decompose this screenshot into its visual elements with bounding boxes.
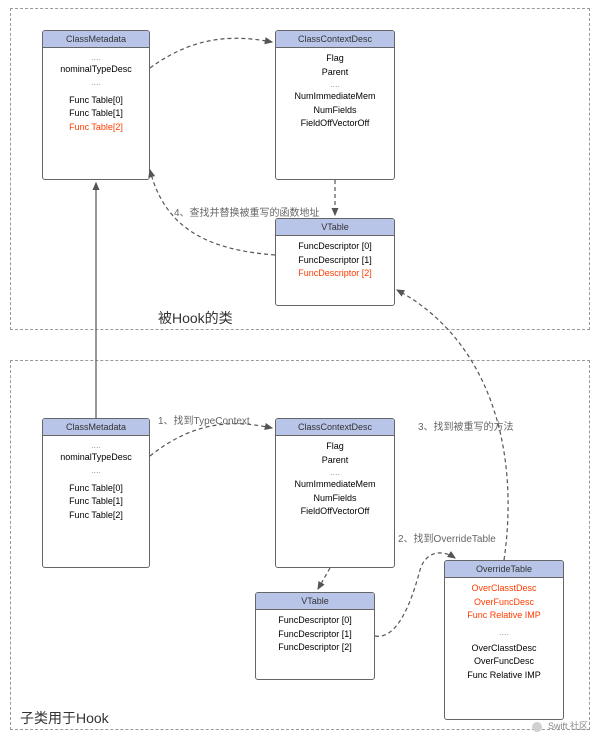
top-ccd-title: ClassContextDesc <box>276 31 394 48</box>
bottom-ot-ocd-hi: OverClasstDesc <box>447 582 561 596</box>
bottom-ccd-num-fields: NumFields <box>278 492 392 506</box>
annotation-1: 1、找到TypeContext <box>158 412 250 427</box>
top-fd2: FuncDescriptor [2] <box>278 267 392 281</box>
bottom-class-context-desc-box: ClassContextDesc Flag Parent .... NumImm… <box>275 418 395 568</box>
bottom-ccd-parent: Parent <box>278 454 392 468</box>
bottom-func2: Func Table[2] <box>45 509 147 523</box>
top-class-context-desc-box: ClassContextDesc Flag Parent .... NumImm… <box>275 30 395 180</box>
bottom-func0: Func Table[0] <box>45 482 147 496</box>
bottom-vtable-title: VTable <box>256 593 374 610</box>
top-vtable-title: VTable <box>276 219 394 236</box>
top-fd1: FuncDescriptor [1] <box>278 254 392 268</box>
bottom-ot-title: OverrideTable <box>445 561 563 578</box>
top-ccd-num-immediate: NumImmediateMem <box>278 90 392 104</box>
bottom-ot-fri-hi: Func Relative IMP <box>447 609 561 623</box>
footer-icon <box>532 722 542 732</box>
footer-credit: Swift 社区 <box>532 719 588 732</box>
bottom-ot-ofd: OverFuncDesc <box>447 655 561 669</box>
bottom-fd2: FuncDescriptor [2] <box>258 641 372 655</box>
top-nominal: nominalTypeDesc <box>45 63 147 77</box>
bottom-ot-fri: Func Relative IMP <box>447 669 561 683</box>
bottom-ot-ocd: OverClasstDesc <box>447 642 561 656</box>
footer-text: Swift 社区 <box>548 721 588 731</box>
bottom-ccd-num-immediate: NumImmediateMem <box>278 478 392 492</box>
top-ccd-field-off: FieldOffVectorOff <box>278 117 392 131</box>
bottom-ot-ofd-hi: OverFuncDesc <box>447 596 561 610</box>
bottom-cm-title: ClassMetadata <box>43 419 149 436</box>
bottom-ccd-title: ClassContextDesc <box>276 419 394 436</box>
top-fd0: FuncDescriptor [0] <box>278 240 392 254</box>
annotation-4: 4、查找并替换被重写的函数地址 <box>174 204 320 219</box>
top-func0: Func Table[0] <box>45 94 147 108</box>
bottom-vtable-box: VTable FuncDescriptor [0] FuncDescriptor… <box>255 592 375 680</box>
bottom-class-metadata-box: ClassMetadata .... nominalTypeDesc .... … <box>42 418 150 568</box>
annotation-2: 2、找到OverrideTable <box>398 530 496 545</box>
container-subclass-hook-label: 子类用于Hook <box>20 708 109 728</box>
top-class-metadata-title: ClassMetadata <box>43 31 149 48</box>
top-class-metadata-box: ClassMetadata .... nominalTypeDesc .... … <box>42 30 150 180</box>
bottom-fd1: FuncDescriptor [1] <box>258 628 372 642</box>
top-ccd-parent: Parent <box>278 66 392 80</box>
container-hooked-class-label: 被Hook的类 <box>158 308 233 328</box>
annotation-3: 3、找到被重写的方法 <box>418 418 514 433</box>
top-func2: Func Table[2] <box>45 121 147 135</box>
top-ccd-flag: Flag <box>278 52 392 66</box>
bottom-ccd-field-off: FieldOffVectorOff <box>278 505 392 519</box>
bottom-func1: Func Table[1] <box>45 495 147 509</box>
bottom-override-table-box: OverrideTable OverClasstDesc OverFuncDes… <box>444 560 564 720</box>
bottom-fd0: FuncDescriptor [0] <box>258 614 372 628</box>
bottom-nominal: nominalTypeDesc <box>45 451 147 465</box>
top-func1: Func Table[1] <box>45 107 147 121</box>
top-vtable-box: VTable FuncDescriptor [0] FuncDescriptor… <box>275 218 395 306</box>
top-ccd-num-fields: NumFields <box>278 104 392 118</box>
bottom-ccd-flag: Flag <box>278 440 392 454</box>
